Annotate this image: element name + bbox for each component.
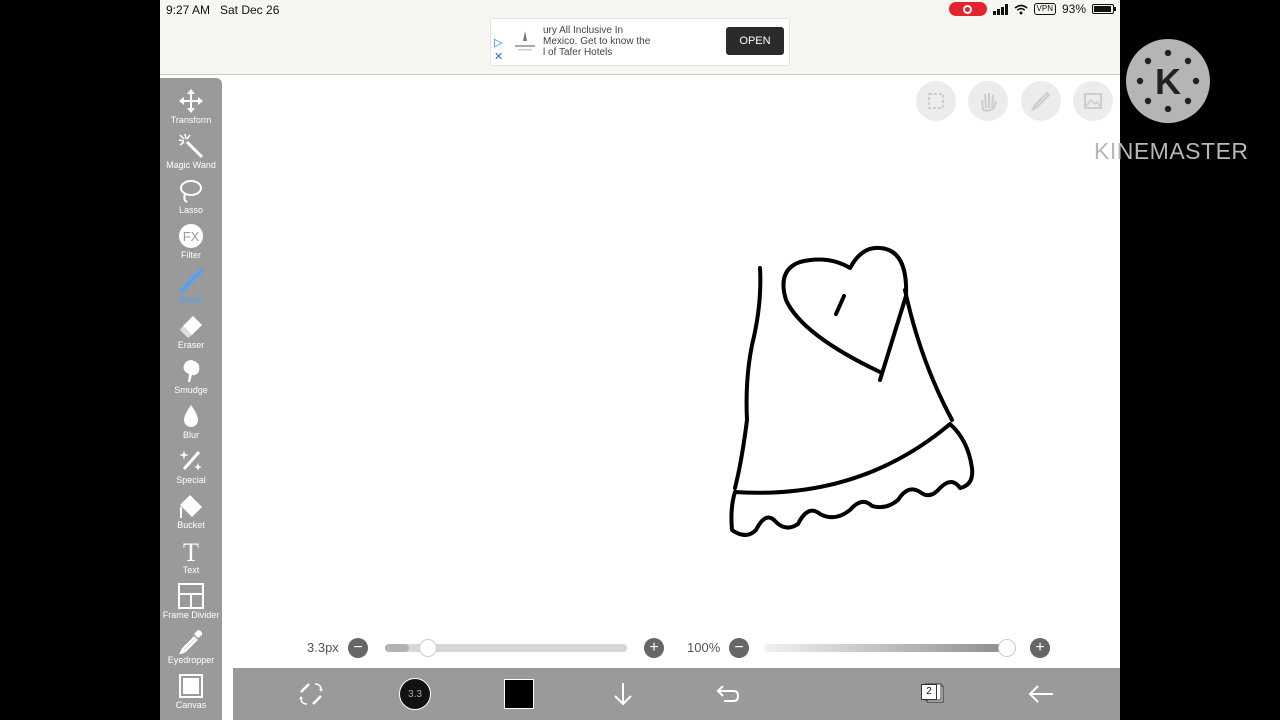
- tool-canvas[interactable]: Canvas: [160, 667, 222, 712]
- ibispaint-screen: 9:27 AM Sat Dec 26 VPN 93% ▷ ✕ ury All I…: [160, 0, 1120, 720]
- status-bar: 9:27 AM Sat Dec 26 VPN 93% ▷ ✕ ury All I…: [160, 0, 1120, 75]
- opacity-value: 100%: [687, 640, 721, 655]
- ad-close-icon[interactable]: ✕: [494, 50, 503, 63]
- status-time: 9:27 AM: [166, 3, 211, 17]
- tool-label: Eyedropper: [167, 655, 215, 665]
- battery-icon: [1092, 4, 1116, 14]
- brush-settings-button[interactable]: 3.3: [397, 676, 433, 712]
- cellular-signal-icon: [992, 3, 1008, 15]
- brush-eraser-swap-icon: [299, 683, 323, 705]
- battery-percent: 93%: [1061, 2, 1086, 16]
- hotel-logo-icon: [515, 31, 535, 51]
- current-color-swatch: [504, 679, 534, 709]
- opacity-decrease-button[interactable]: −: [729, 638, 749, 658]
- arrow-left-icon: [1028, 685, 1053, 703]
- opacity-increase-button[interactable]: +: [1030, 638, 1050, 658]
- opacity-knob[interactable]: [998, 639, 1016, 657]
- brush-size-fill: [385, 644, 410, 652]
- layer-menu-down-button[interactable]: [605, 676, 641, 712]
- ad-line-1: ury All Inclusive In: [543, 25, 624, 36]
- brush-size-value: 3.3px: [307, 640, 339, 655]
- status-date: Sat Dec 26: [220, 3, 280, 17]
- brush-size-decrease-button[interactable]: −: [348, 638, 368, 658]
- back-button[interactable]: [1023, 676, 1059, 712]
- ad-choices-icon[interactable]: ▷: [494, 36, 502, 49]
- ad-banner[interactable]: ▷ ✕ ury All Inclusive In Mexico. Get to …: [490, 18, 790, 66]
- brush-size-increase-button[interactable]: +: [644, 638, 664, 658]
- layer-count: 2: [921, 684, 937, 700]
- canvas-icon: [179, 674, 203, 698]
- screen-recording-icon[interactable]: [948, 2, 987, 16]
- color-picker-button[interactable]: [501, 676, 537, 712]
- battery-fill: [1094, 6, 1111, 12]
- ad-text: ury All Inclusive In Mexico. Get to know…: [543, 25, 665, 58]
- layers-button[interactable]: 2: [917, 676, 953, 712]
- arrow-down-icon: [614, 683, 632, 706]
- dress-sketch: [729, 245, 975, 537]
- vpn-badge: VPN: [1033, 3, 1056, 15]
- brush-size-slider[interactable]: [385, 639, 627, 657]
- brush-size-knob[interactable]: [419, 639, 438, 657]
- opacity-slider[interactable]: [764, 639, 1016, 657]
- status-icons: VPN 93%: [948, 2, 1116, 16]
- wifi-icon: [1014, 4, 1028, 14]
- kinemaster-letter: K: [1155, 61, 1181, 102]
- undo-button[interactable]: [709, 676, 745, 712]
- kinemaster-k-icon: K: [1136, 49, 1200, 113]
- drawing-canvas[interactable]: [160, 75, 1120, 635]
- brush-size-preview: 3.3: [399, 678, 431, 710]
- tool-label: Canvas: [175, 700, 207, 710]
- ad-line-2: Mexico. Get to know the: [543, 36, 651, 47]
- bottom-toolbar: 3.3 2: [233, 668, 1120, 720]
- kinemaster-wordmark: KINEMASTER: [1094, 138, 1249, 164]
- ad-open-button[interactable]: OPEN: [726, 27, 784, 55]
- ad-line-3: l of Tafer Hotels: [543, 47, 613, 58]
- kinemaster-logo: K: [1126, 39, 1210, 123]
- undo-icon: [716, 685, 740, 702]
- tool-switch-button[interactable]: [293, 676, 329, 712]
